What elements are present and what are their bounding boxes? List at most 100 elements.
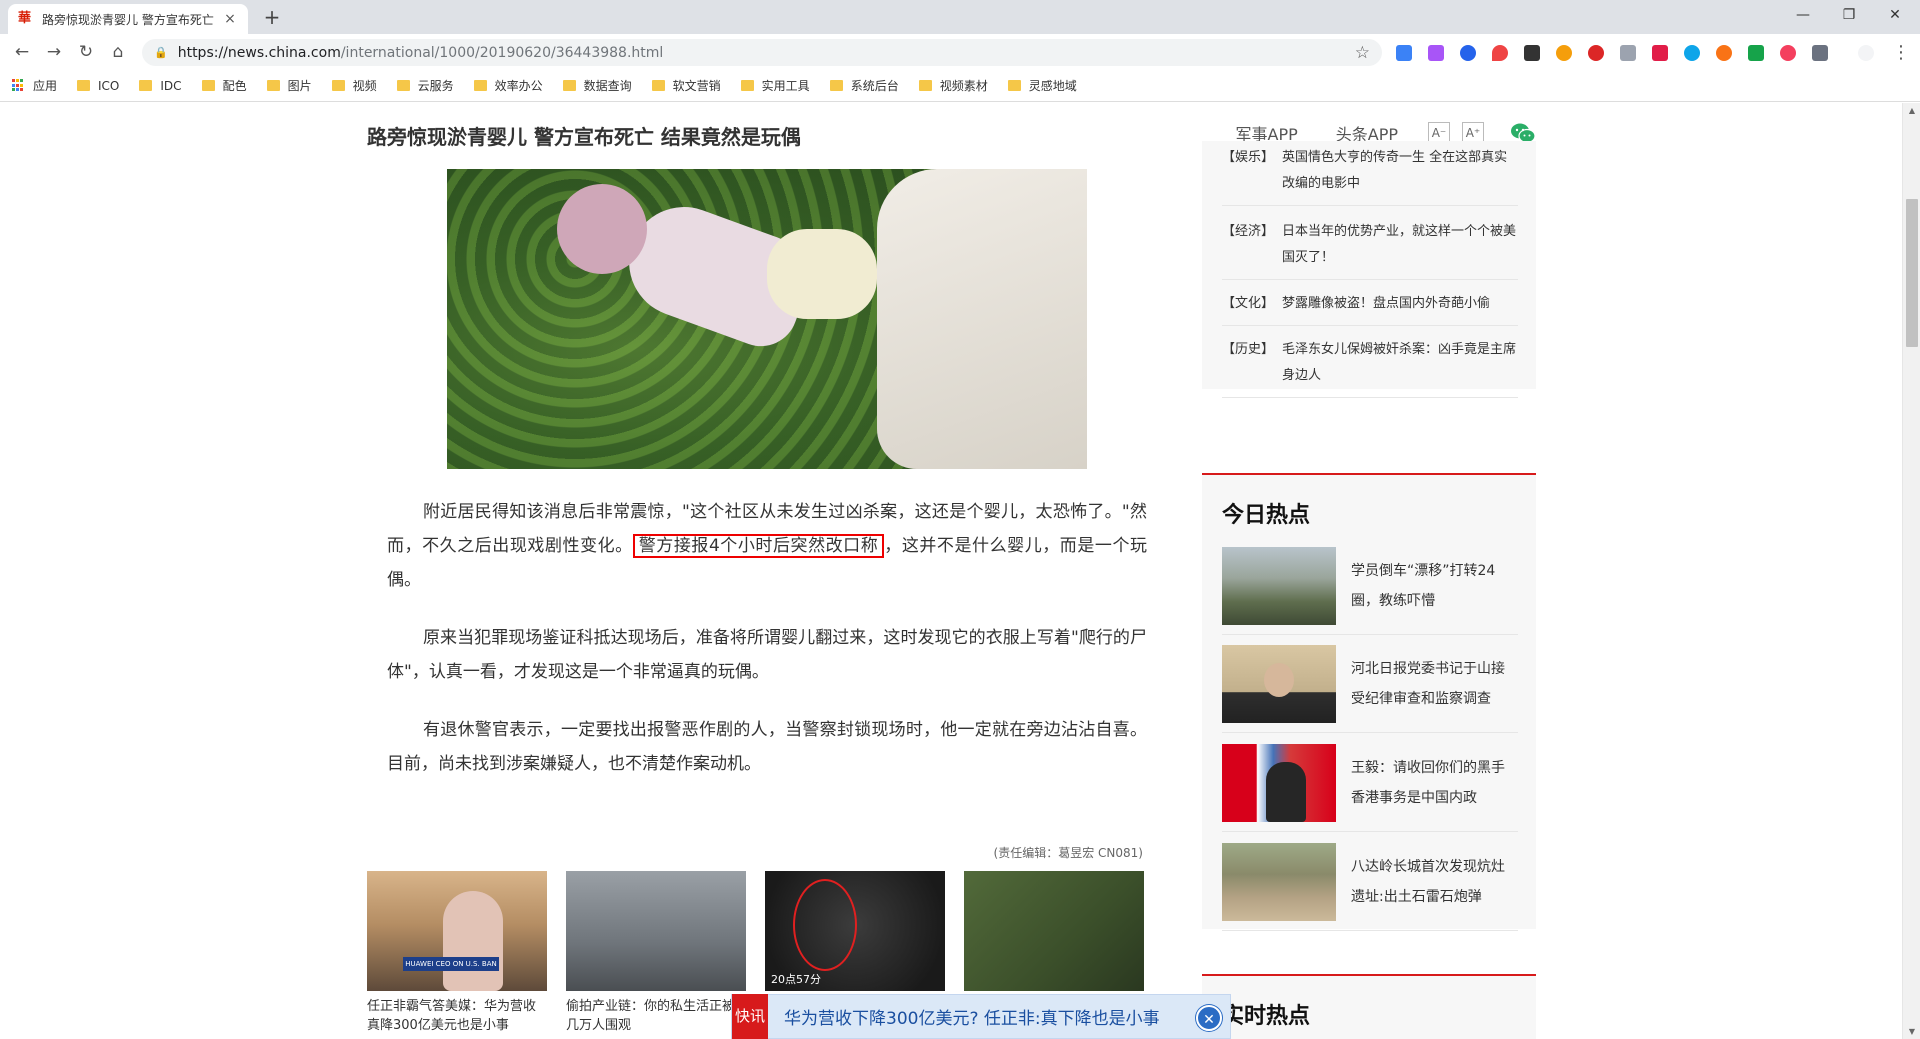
hot-item-title[interactable]: 王毅：请收回你们的黑手 香港事务是中国内政 xyxy=(1351,753,1518,813)
article-paragraph: 附近居民得知该消息后非常震惊，"这个社区从未发生过凶杀案，这还是个婴儿，太恐怖了… xyxy=(387,502,1148,590)
breaking-news-text[interactable]: 华为营收下降300亿美元? 任正非:真下降也是小事 xyxy=(784,1004,1160,1029)
bookmark-label: 云服务 xyxy=(417,79,454,93)
news-title[interactable]: 毛泽东女儿保姆被奸杀案：凶手竟是主席身边人 xyxy=(1282,337,1518,389)
address-bar[interactable]: 🔒 https://news.china.com/international/1… xyxy=(142,39,1382,66)
bookmark-folder[interactable]: 效率办公 xyxy=(473,77,543,94)
today-hot-heading: 今日热点 xyxy=(1222,503,1311,528)
extension-globe-icon[interactable] xyxy=(1460,45,1476,61)
news-title[interactable]: 日本当年的优势产业，就这样一个个被美国灭了！ xyxy=(1282,219,1518,271)
bookmark-label: 系统后台 xyxy=(850,79,899,93)
folder-icon xyxy=(77,80,91,91)
browser-menu-icon[interactable]: ⋮ xyxy=(1892,42,1910,63)
related-caption: 任正非霸气答美媒：华为营收真降300亿美元也是小事 xyxy=(367,999,537,1033)
related-card[interactable]: HUAWEI CEO ON U.S. BAN 任正非霸气答美媒：华为营收真降30… xyxy=(367,871,547,1035)
maximize-button[interactable]: ❐ xyxy=(1826,0,1872,30)
related-image xyxy=(566,871,746,991)
popup-close-icon[interactable]: ✕ xyxy=(1196,1005,1222,1031)
hot-item-image xyxy=(1222,743,1336,822)
news-title[interactable]: 英国情色大亨的传奇一生 全在这部真实改编的电影中 xyxy=(1282,145,1518,197)
back-arrow-icon[interactable]: ← xyxy=(10,40,34,64)
breaking-news-popup[interactable]: 快讯 华为营收下降300亿美元? 任正非:真下降也是小事 ✕ xyxy=(731,994,1231,1039)
tab-close-icon[interactable]: × xyxy=(222,11,238,27)
news-item[interactable]: 【娱乐】 英国情色大亨的传奇一生 全在这部真实改编的电影中 xyxy=(1222,145,1518,206)
bookmark-folder[interactable]: 数据查询 xyxy=(562,77,632,94)
new-tab-button[interactable]: + xyxy=(260,6,284,30)
extension-abp-icon[interactable] xyxy=(1588,45,1604,61)
extension-c-icon[interactable] xyxy=(1684,45,1700,61)
bookmark-folder[interactable]: IDC xyxy=(139,78,182,93)
extension-fox-icon[interactable] xyxy=(1780,45,1796,61)
extension-glasses-icon[interactable] xyxy=(1716,45,1732,61)
bookmark-folder[interactable]: 配色 xyxy=(201,77,247,94)
folder-icon xyxy=(829,80,843,91)
forward-arrow-icon[interactable]: → xyxy=(42,40,66,64)
related-image: HUAWEI CEO ON U.S. BAN xyxy=(367,871,547,991)
related-image xyxy=(964,871,1144,991)
editor-credit: (责任编辑：葛昱宏 CN081) xyxy=(993,846,1143,860)
browser-tab[interactable]: 華 路旁惊现淤青婴儿 警方宣布死亡 × xyxy=(8,4,248,34)
hot-item-title[interactable]: 八达岭长城首次发现炕灶遗址:出土石雷石炮弹 xyxy=(1351,852,1518,912)
bookmark-apps[interactable]: 应用 xyxy=(12,77,57,94)
extension-gift-icon[interactable] xyxy=(1652,45,1668,61)
related-card[interactable] xyxy=(964,871,1144,997)
extension-pin-icon[interactable] xyxy=(1492,45,1508,61)
bookmark-label: ICO xyxy=(98,78,120,93)
scroll-up-arrow-icon[interactable]: ▲ xyxy=(1903,106,1920,115)
news-item[interactable]: 【经济】 日本当年的优势产业，就这样一个个被美国灭了！ xyxy=(1222,219,1518,280)
bookmark-star-icon[interactable]: ☆ xyxy=(1355,43,1370,63)
news-item[interactable]: 【历史】 毛泽东女儿保姆被奸杀案：凶手竟是主席身边人 xyxy=(1222,337,1518,398)
minimize-button[interactable]: — xyxy=(1780,0,1826,30)
hot-item-title[interactable]: 学员倒车“漂移”打转24圈，教练吓懵 xyxy=(1351,556,1518,616)
news-title[interactable]: 梦露雕像被盗！盘点国内外奇葩小偷 xyxy=(1282,291,1518,317)
home-icon[interactable]: ⌂ xyxy=(106,40,130,64)
folder-icon xyxy=(266,80,280,91)
folder-icon xyxy=(201,80,215,91)
scroll-down-arrow-icon[interactable]: ▼ xyxy=(1903,1027,1920,1036)
top-news-box: 【娱乐】 英国情色大亨的传奇一生 全在这部真实改编的电影中 【经济】 日本当年的… xyxy=(1202,141,1536,398)
hot-item-title[interactable]: 河北日报党委书记于山接受纪律审查和监察调查 xyxy=(1351,654,1518,714)
bookmark-folder[interactable]: 视频 xyxy=(331,77,377,94)
extension-chrome-icon[interactable] xyxy=(1556,45,1572,61)
folder-icon xyxy=(918,80,932,91)
bookmark-label: IDC xyxy=(160,78,182,93)
related-card[interactable]: 偷拍产业链：你的私生活正被几万人围观 xyxy=(566,871,746,1035)
hot-item[interactable]: 王毅：请收回你们的黑手 香港事务是中国内政 xyxy=(1222,734,1518,832)
bookmark-folder[interactable]: 系统后台 xyxy=(829,77,899,94)
tab-strip: 華 路旁惊现淤青婴儿 警方宣布死亡 × + — ❐ ✕ xyxy=(0,0,1920,34)
hot-item-image xyxy=(1222,644,1336,723)
close-window-button[interactable]: ✕ xyxy=(1872,0,1918,30)
bookmark-folder[interactable]: 灵感地域 xyxy=(1007,77,1077,94)
bookmark-label: 软文营销 xyxy=(672,79,721,93)
hot-item[interactable]: 八达岭长城首次发现炕灶遗址:出土石雷石炮弹 xyxy=(1222,833,1518,931)
extension-leaf-icon[interactable] xyxy=(1748,45,1764,61)
extension-shield-icon[interactable] xyxy=(1812,45,1828,61)
page-scrollbar[interactable]: ▲ ▼ xyxy=(1902,103,1920,1039)
related-card[interactable]: 20点57分 xyxy=(765,871,945,997)
news-item[interactable]: 【文化】 梦露雕像被盗！盘点国内外奇葩小偷 xyxy=(1222,291,1518,326)
hot-item[interactable]: 学员倒车“漂移”打转24圈，教练吓懵 xyxy=(1222,537,1518,635)
bookmark-folder[interactable]: 图片 xyxy=(266,77,312,94)
folder-icon xyxy=(139,80,153,91)
profile-avatar[interactable] xyxy=(1858,45,1874,61)
bookmark-folder[interactable]: 视频素材 xyxy=(918,77,988,94)
bookmark-folder[interactable]: 实用工具 xyxy=(740,77,810,94)
bookmark-label: 灵感地域 xyxy=(1028,79,1077,93)
bookmark-label: 实用工具 xyxy=(761,79,810,93)
extension-feather-icon[interactable] xyxy=(1428,45,1444,61)
scrollbar-thumb[interactable] xyxy=(1906,199,1918,347)
bookmark-folder[interactable]: 软文营销 xyxy=(651,77,721,94)
reload-icon[interactable]: ↻ xyxy=(74,40,98,64)
url-path: /international/1000/20190620/36443988.ht… xyxy=(340,44,664,61)
apps-grid-icon xyxy=(12,79,25,92)
extension-cloud-icon[interactable] xyxy=(1620,45,1636,61)
bookmark-label: 效率办公 xyxy=(494,79,543,93)
extension-p-icon[interactable] xyxy=(1396,45,1412,61)
page-viewport: 路旁惊现淤青婴儿 警方宣布死亡 结果竟然是玩偶 军事APP 头条APP A⁻ A… xyxy=(0,103,1902,1039)
hot-item[interactable]: 河北日报党委书记于山接受纪律审查和监察调查 xyxy=(1222,635,1518,733)
image-timestamp: 20点57分 xyxy=(771,973,821,986)
bookmark-folder[interactable]: 云服务 xyxy=(396,77,454,94)
extension-qr-icon[interactable] xyxy=(1524,45,1540,61)
today-hot-box: 今日热点 学员倒车“漂移”打转24圈，教练吓懵 河北日报党委书记于山接受纪律审查… xyxy=(1202,473,1536,931)
bookmark-label: 视频素材 xyxy=(939,79,988,93)
bookmark-folder[interactable]: ICO xyxy=(77,79,119,93)
